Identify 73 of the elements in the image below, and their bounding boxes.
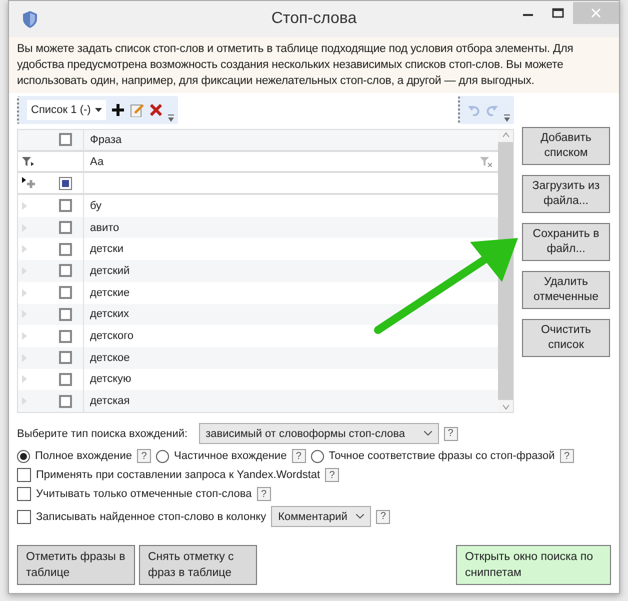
column-header[interactable]: Фраза: [84, 134, 122, 146]
side-button[interactable]: Очистить список: [522, 319, 610, 357]
radio-label: Точное соответствие фразы со стоп-фразой: [328, 450, 555, 462]
side-button[interactable]: Добавить списком: [522, 127, 610, 165]
checkbox[interactable]: [59, 264, 72, 278]
option-label: Применять при составлении запроса к Yandex.Wordstat: [36, 469, 320, 481]
phrase-cell-text: детского: [89, 330, 134, 342]
phrase-cell-text: детский: [89, 264, 130, 277]
chevron-icon: [356, 514, 364, 519]
radio-button[interactable]: [156, 450, 170, 462]
phrase-cell-text: детское: [89, 352, 130, 364]
checkbox[interactable]: [59, 394, 72, 408]
search-type-dropdown[interactable]: зависимый от словоформы стоп-слова: [198, 423, 439, 444]
clear-filter-icon[interactable]: [480, 156, 492, 167]
help-icon[interactable]: ?: [376, 510, 390, 524]
side-button[interactable]: Сохранить в файл...: [522, 223, 610, 261]
help-icon[interactable]: ?: [444, 426, 458, 440]
checkbox[interactable]: [59, 308, 72, 321]
checkbox[interactable]: [59, 351, 72, 364]
checkbox[interactable]: [17, 487, 31, 501]
checkbox[interactable]: [17, 510, 31, 524]
help-icon[interactable]: ?: [256, 487, 271, 501]
help-icon[interactable]: ?: [325, 468, 340, 482]
action-button[interactable]: Открыть окно поиска по сниппетам: [456, 545, 611, 585]
checkbox[interactable]: [59, 286, 72, 300]
radio-button[interactable]: [17, 450, 30, 462]
option-label: Учитывать только отмеченные стоп-слова: [36, 488, 252, 500]
checkbox[interactable]: [59, 221, 72, 234]
info-text: Вы можете задать список стоп-слов и отметить в таблице подходящие под условия отбора элементы. Для удобства предусмотрена возможность создания нескольких независимых списков стоп-слов. Вы можете использовать один, например, для фиксации нежелательных стоп-слов, а другой — для выгодных.: [9, 37, 619, 93]
action-button[interactable]: Отметить фразы в таблице: [17, 545, 135, 585]
phrase-cell-text: детская: [89, 395, 130, 408]
new-row-icon: [22, 177, 36, 190]
maximize-icon: [552, 8, 564, 18]
phrase-cell-text: детские: [89, 286, 130, 299]
checkbox[interactable]: [59, 199, 72, 212]
phrase-cell-text: детски: [89, 243, 124, 256]
option-label: Записывать найденное стоп-слово в колонку: [36, 510, 266, 522]
help-icon[interactable]: ?: [292, 449, 306, 463]
add-icon[interactable]: [112, 104, 124, 116]
side-button[interactable]: Загрузить из файла...: [522, 175, 610, 213]
radio-button[interactable]: [310, 450, 324, 462]
phrase-cell-text: авито: [89, 222, 120, 234]
action-button[interactable]: Снять отметку с фраз в таблице: [139, 545, 257, 585]
filter-case-toggle[interactable]: Аа: [84, 156, 480, 168]
delete-icon[interactable]: [150, 104, 162, 116]
shield-icon: [23, 10, 37, 28]
search-type-label: Выберите тип поиска вхождений:: [17, 428, 188, 440]
checkbox[interactable]: [59, 372, 72, 386]
phrase-cell-text: детскую: [89, 373, 132, 386]
phrase-cell-text: детских: [89, 308, 130, 320]
close-icon: [591, 8, 601, 18]
edit-icon[interactable]: [130, 103, 144, 117]
scroll-down-icon[interactable]: [502, 402, 510, 412]
list-dropdown[interactable]: Список 1 (-): [27, 100, 106, 120]
phrase-cell-text: бу: [89, 200, 102, 212]
checkbox[interactable]: [59, 330, 72, 343]
radio-label: Полное вхождение: [35, 450, 132, 462]
help-icon[interactable]: ?: [560, 449, 574, 463]
window-title: Стоп-слова: [271, 10, 357, 28]
caret-icon: [94, 108, 102, 112]
checkbox[interactable]: [17, 468, 31, 482]
side-button[interactable]: Удалить отмеченные: [522, 271, 610, 309]
filter-icon[interactable]: [22, 156, 34, 167]
radio-label: Частичное вхождение: [174, 450, 287, 462]
checkbox[interactable]: [59, 176, 72, 190]
toolbar-overflow-icon[interactable]: [168, 114, 174, 122]
toolbar-overflow-icon[interactable]: [504, 114, 510, 122]
column-dropdown[interactable]: Комментарий: [271, 506, 372, 527]
checkbox[interactable]: [59, 133, 72, 146]
checkbox[interactable]: [59, 242, 72, 256]
scroll-up-icon[interactable]: [502, 130, 510, 140]
help-icon[interactable]: ?: [137, 449, 152, 463]
chevron-icon: [424, 431, 432, 436]
